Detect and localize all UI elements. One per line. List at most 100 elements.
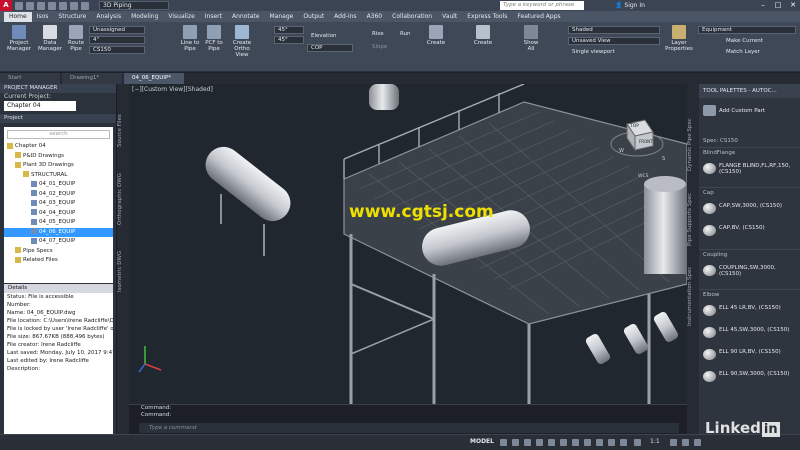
side-tab-isometric[interactable]: Isometric DWG <box>117 244 129 299</box>
ribbon-tab-manage[interactable]: Manage <box>264 12 298 22</box>
saveas-icon[interactable] <box>48 1 56 10</box>
match-layer-button[interactable]: Match Layer <box>726 48 760 56</box>
workspace-icon[interactable] <box>670 439 677 446</box>
grid-icon[interactable] <box>500 439 507 446</box>
palette-item[interactable]: ELL 45 LR,BV, (CS150) <box>699 303 800 321</box>
tree-item[interactable]: 04_04_EQUIP <box>4 209 113 219</box>
slope-field[interactable]: Slope <box>372 43 387 51</box>
file-tab[interactable]: 04_06_EQUIP* <box>124 73 184 84</box>
class-dropdown[interactable]: CS150 <box>89 46 145 54</box>
line-to-pipe-button[interactable]: Line to Pipe <box>178 25 202 52</box>
single-viewport-button[interactable]: Single viewport <box>572 48 615 56</box>
ribbon-tab-isos[interactable]: Isos <box>32 12 54 22</box>
current-project-dropdown[interactable]: Chapter 04 <box>4 101 76 111</box>
add-custom-part-button[interactable]: Add Custom Part <box>699 105 800 117</box>
redo-icon[interactable] <box>81 1 89 10</box>
angle-dropdown-1[interactable]: 45° <box>274 26 304 34</box>
close-button[interactable]: ✕ <box>786 1 800 10</box>
plus-icon[interactable] <box>682 439 689 446</box>
tree-item[interactable]: 04_03_EQUIP <box>4 199 113 209</box>
route-pipe-button[interactable]: Route Pipe <box>65 25 87 52</box>
command-input[interactable]: Type a command <box>139 423 679 433</box>
palette-item[interactable]: ELL 45,SW,3000, (CS150) <box>699 325 800 343</box>
palette-item[interactable]: CAP,BV, (CS150) <box>699 223 800 241</box>
ribbon-tab-analysis[interactable]: Analysis <box>91 12 126 22</box>
annotation-icon[interactable] <box>634 439 641 446</box>
ribbon-tab-collaboration[interactable]: Collaboration <box>387 12 437 22</box>
palette-tab-instrumentation[interactable]: Instrumentation Spec <box>687 259 699 334</box>
tree-item[interactable]: 04_05_EQUIP <box>4 218 113 228</box>
ribbon-tab-vault[interactable]: Vault <box>437 12 462 22</box>
tree-item[interactable]: STRUCTURAL <box>4 171 113 181</box>
print-icon[interactable] <box>59 1 67 10</box>
lineweight-icon[interactable] <box>572 439 579 446</box>
selection-cycling-icon[interactable] <box>596 439 603 446</box>
ribbon-tab-structure[interactable]: Structure <box>53 12 91 22</box>
project-manager-button[interactable]: Project Manager <box>4 25 34 52</box>
tree-item[interactable]: 04_06_EQUIP <box>4 227 113 237</box>
3d-osnap-icon[interactable] <box>608 439 615 446</box>
tree-item[interactable]: Pipe Specs <box>4 247 113 257</box>
layer-dropdown[interactable]: Equipment <box>698 26 796 34</box>
view-dropdown[interactable]: Unsaved View <box>568 37 660 45</box>
customization-icon[interactable] <box>694 439 701 446</box>
palette-tab-dynamic-pipe[interactable]: Dynamic Pipe Spec <box>687 112 699 177</box>
ribbon-tab-add-ins[interactable]: Add-ins <box>329 12 361 22</box>
palette-item[interactable]: ELL 90,SW,3000, (CS150) <box>699 369 800 387</box>
palette-item[interactable]: CAP,SW,3000, (CS150) <box>699 201 800 219</box>
side-tab-orthographic[interactable]: Orthographic DWG <box>117 164 129 234</box>
tree-item[interactable]: Related Files <box>4 256 113 266</box>
wcs-label[interactable]: WCS <box>638 174 648 179</box>
ribbon-tab-home[interactable]: Home <box>4 12 32 22</box>
file-tab[interactable]: Start <box>0 73 60 84</box>
run-field[interactable]: Run <box>400 30 411 38</box>
ribbon-tab-featured-apps[interactable]: Featured Apps <box>512 12 565 22</box>
angle-dropdown-2[interactable]: 45° <box>274 36 304 44</box>
create-support-button[interactable]: Create <box>426 25 446 46</box>
minimize-button[interactable]: – <box>756 1 770 10</box>
spec-dropdown[interactable]: Unassigned <box>89 26 145 34</box>
data-manager-button[interactable]: Data Manager <box>36 25 64 52</box>
ribbon-tab-modeling[interactable]: Modeling <box>126 12 163 22</box>
tree-item[interactable]: Chapter 04 <box>4 142 113 152</box>
open-icon[interactable] <box>26 1 34 10</box>
dynamic-ucs-icon[interactable] <box>620 439 627 446</box>
make-current-button[interactable]: Make Current <box>726 37 763 45</box>
save-icon[interactable] <box>37 1 45 10</box>
signin-button[interactable]: 👤 Sign In <box>615 0 645 11</box>
search-input[interactable]: Type a keyword or phrase <box>500 1 584 10</box>
ribbon-tab-visualize[interactable]: Visualize <box>163 12 199 22</box>
visual-style-dropdown[interactable]: Shaded <box>568 26 660 34</box>
create-equipment-button[interactable]: Create <box>473 25 493 46</box>
tree-item[interactable]: 04_01_EQUIP <box>4 180 113 190</box>
palette-item[interactable]: FLANGE BLIND,FL,RF,150, (CS150) <box>699 161 800 179</box>
snap-icon[interactable] <box>512 439 519 446</box>
layer-properties-button[interactable]: Layer Properties <box>664 25 694 52</box>
undo-icon[interactable] <box>70 1 78 10</box>
workspace-dropdown[interactable]: 3D Piping <box>99 1 169 10</box>
viewport-controls-label[interactable]: [−][Custom View][Shaded] <box>132 86 213 93</box>
rise-field[interactable]: Rise <box>372 30 384 38</box>
new-icon[interactable] <box>15 1 23 10</box>
polar-icon[interactable] <box>536 439 543 446</box>
palette-item[interactable]: COUPLING,SW,3000, (CS150) <box>699 263 800 281</box>
file-tab[interactable]: Drawing1* <box>62 73 122 84</box>
side-tab-source-files[interactable]: Source Files <box>117 106 129 156</box>
create-ortho-button[interactable]: Create Ortho View <box>228 25 256 58</box>
annotation-scale[interactable]: 1:1 <box>650 438 660 445</box>
palette-tab-pipe-supports[interactable]: Pipe Supports Spec <box>687 184 699 254</box>
ribbon-tab-annotate[interactable]: Annotate <box>227 12 264 22</box>
tree-item[interactable]: 04_02_EQUIP <box>4 190 113 200</box>
tree-item[interactable]: 04_07_EQUIP <box>4 237 113 247</box>
ortho-icon[interactable] <box>524 439 531 446</box>
elevation-field[interactable]: Elevation <box>307 32 353 40</box>
ribbon-tab-a360[interactable]: A360 <box>362 12 388 22</box>
app-menu-button[interactable]: A <box>0 0 12 11</box>
show-all-button[interactable]: Show All <box>521 25 541 52</box>
model-space-button[interactable]: MODEL <box>470 438 494 445</box>
project-search-input[interactable]: search <box>7 130 110 139</box>
ribbon-tab-express-tools[interactable]: Express Tools <box>462 12 512 22</box>
cop-dropdown[interactable]: COP <box>307 44 353 52</box>
otrack-icon[interactable] <box>560 439 567 446</box>
tree-item[interactable]: Plant 3D Drawings <box>4 161 113 171</box>
